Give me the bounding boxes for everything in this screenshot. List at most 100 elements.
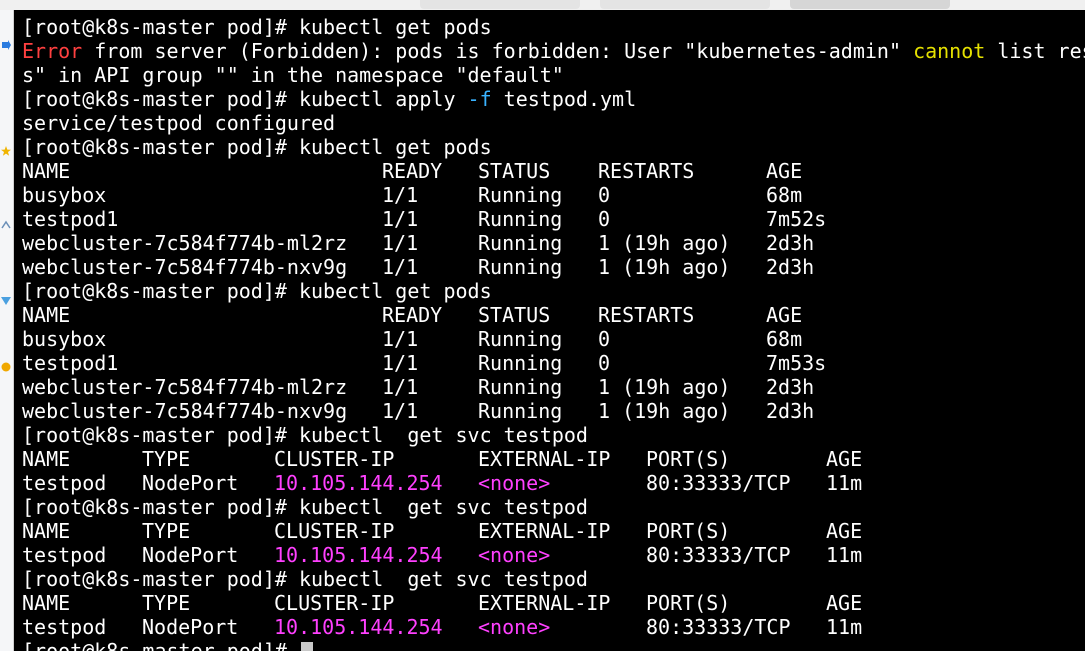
table-cell: AGE: [766, 159, 803, 183]
table-cell: 1 (19h ago): [598, 399, 731, 423]
table-cell: 10.105.144.254: [274, 471, 443, 495]
table-cell: 1/1: [382, 255, 419, 279]
table-cell: 7m52s: [766, 207, 827, 231]
error-keyword: cannot: [913, 39, 986, 63]
error-message: s" in API group "" in the namespace "def…: [22, 63, 564, 87]
table-row: busybox 1/1 Running 0 68m: [22, 183, 1085, 207]
pods-table: NAME READY STATUS RESTARTS AGE busybox 1/1 Runn…: [22, 159, 1085, 279]
table-cell: RESTARTS: [598, 303, 695, 327]
table-cell: 2d3h: [766, 255, 815, 279]
pods-table: NAME READY STATUS RESTARTS AGE busybox 1/1 Runn…: [22, 303, 1085, 423]
table-cell: <none>: [478, 615, 551, 639]
table-header-row: NAME READY STATUS RESTARTS AGE: [22, 303, 1085, 327]
table-cell: 1/1: [382, 399, 419, 423]
command: kubectl get svc testpod: [298, 567, 588, 591]
table-cell: 80:33333/TCP: [646, 471, 791, 495]
table-cell: 11m: [826, 471, 863, 495]
table-cell: 1/1: [382, 207, 419, 231]
svc-table: NAME TYPE CLUSTER-IP EXTERNAL-IP PORT(S) AGE t…: [22, 447, 1085, 495]
table-cell: 1 (19h ago): [598, 375, 731, 399]
command: kubectl get pods: [298, 279, 492, 303]
star-icon[interactable]: [1, 146, 11, 156]
table-cell: NodePort: [142, 615, 239, 639]
table-row: testpod NodePort 10.105.144.254 <none> 80:33…: [22, 471, 1085, 495]
table-cell: 0: [598, 183, 611, 207]
terminal-window[interactable]: [root@k8s-master pod]# kubectl get pods …: [14, 10, 1085, 651]
table-row: testpod1 1/1 Running 0 7m53s: [22, 351, 1085, 375]
prompt: [root@k8s-master pod]#: [22, 15, 299, 39]
terminal-line: [root@k8s-master pod]# kubectl get pods: [22, 279, 1085, 303]
table-cell: NAME: [22, 519, 71, 543]
terminal-line: [root@k8s-master pod]# kubectl get pods: [22, 15, 1085, 39]
table-cell: 1/1: [382, 375, 419, 399]
table-cell: Running: [478, 255, 563, 279]
table-cell: CLUSTER-IP: [274, 519, 395, 543]
prompt: [root@k8s-master pod]#: [22, 567, 299, 591]
table-cell: 0: [598, 351, 611, 375]
table-cell: READY: [382, 303, 443, 327]
table-cell: webcluster-7c584f774b-ml2rz: [22, 375, 348, 399]
arrow-right-icon[interactable]: [1, 40, 11, 50]
text-cursor[interactable]: [300, 642, 313, 651]
table-cell: 1/1: [382, 327, 419, 351]
table-row: testpod NodePort 10.105.144.254 <none> 80:33…: [22, 543, 1085, 567]
table-cell: AGE: [826, 591, 863, 615]
svc-table: NAME TYPE CLUSTER-IP EXTERNAL-IP PORT(S) AGE t…: [22, 519, 1085, 567]
circle-icon[interactable]: [1, 362, 11, 372]
table-cell: 2d3h: [766, 375, 815, 399]
table-cell: 10.105.144.254: [274, 615, 443, 639]
table-cell: 0: [598, 207, 611, 231]
table-cell: PORT(S): [646, 447, 731, 471]
table-cell: 68m: [766, 327, 803, 351]
table-row: testpod1 1/1 Running 0 7m52s: [22, 207, 1085, 231]
terminal-line: [root@k8s-master pod]# kubectl get pods: [22, 135, 1085, 159]
triangle-icon[interactable]: [1, 296, 11, 306]
table-cell: Running: [478, 207, 563, 231]
table-cell: AGE: [826, 447, 863, 471]
table-cell: Running: [478, 399, 563, 423]
tab-edge[interactable]: [600, 0, 770, 9]
table-cell: 80:33333/TCP: [646, 615, 791, 639]
terminal-line: [root@k8s-master pod]# kubectl apply -f …: [22, 87, 1085, 111]
svc-table: NAME TYPE CLUSTER-IP EXTERNAL-IP PORT(S) AGE t…: [22, 591, 1085, 639]
table-cell: 1 (19h ago): [598, 231, 731, 255]
table-cell: STATUS: [478, 303, 551, 327]
table-cell: 1/1: [382, 231, 419, 255]
table-cell: AGE: [766, 303, 803, 327]
table-cell: TYPE: [142, 447, 191, 471]
table-cell: 1/1: [382, 183, 419, 207]
tab-edge[interactable]: [420, 0, 580, 9]
table-cell: 80:33333/TCP: [646, 543, 791, 567]
table-cell: 2d3h: [766, 231, 815, 255]
table-cell: Running: [478, 327, 563, 351]
prompt: [root@k8s-master pod]#: [22, 135, 299, 159]
table-cell: 7m53s: [766, 351, 827, 375]
table-header-row: NAME TYPE CLUSTER-IP EXTERNAL-IP PORT(S) AGE: [22, 591, 1085, 615]
table-cell: 11m: [826, 543, 863, 567]
table-cell: EXTERNAL-IP: [478, 591, 611, 615]
table-row: webcluster-7c584f774b-nxv9g 1/1 Running 1 (…: [22, 399, 1085, 423]
table-cell: 0: [598, 327, 611, 351]
table-cell: Running: [478, 375, 563, 399]
table-row: busybox 1/1 Running 0 68m: [22, 327, 1085, 351]
command: kubectl get pods: [298, 15, 492, 39]
terminal-line: s" in API group "" in the namespace "def…: [22, 63, 1085, 87]
table-cell: webcluster-7c584f774b-ml2rz: [22, 231, 348, 255]
terminal-line: service/testpod configured: [22, 111, 1085, 135]
table-cell: TYPE: [142, 591, 191, 615]
chevron-up-icon[interactable]: [1, 220, 11, 230]
terminal-line: [root@k8s-master pod]# kubectl get svc t…: [22, 495, 1085, 519]
table-cell: Running: [478, 231, 563, 255]
error-message: from server (Forbidden): pods is forbidd…: [82, 39, 914, 63]
table-row: testpod NodePort 10.105.144.254 <none> 80:33…: [22, 615, 1085, 639]
tab-edge-active[interactable]: [790, 0, 950, 9]
table-cell: EXTERNAL-IP: [478, 519, 611, 543]
table-header-row: NAME TYPE CLUSTER-IP EXTERNAL-IP PORT(S) AGE: [22, 447, 1085, 471]
table-cell: testpod: [22, 543, 107, 567]
table-cell: STATUS: [478, 159, 551, 183]
terminal-line: [root@k8s-master pod]#: [22, 639, 1085, 651]
table-cell: TYPE: [142, 519, 191, 543]
table-cell: 11m: [826, 615, 863, 639]
table-cell: NodePort: [142, 471, 239, 495]
table-cell: webcluster-7c584f774b-nxv9g: [22, 255, 348, 279]
